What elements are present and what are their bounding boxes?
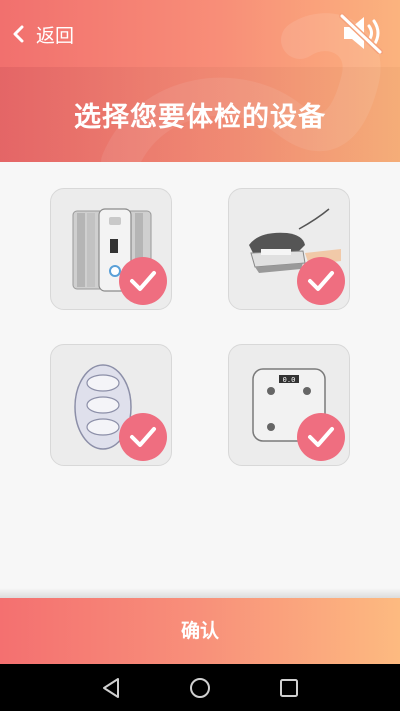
checkmark-icon bbox=[308, 427, 334, 447]
checkmark-icon bbox=[130, 271, 156, 291]
checkmark-icon bbox=[130, 427, 156, 447]
selected-check bbox=[119, 257, 167, 305]
speaker-mute-icon bbox=[339, 13, 383, 55]
selected-check bbox=[119, 413, 167, 461]
chevron-left-icon bbox=[13, 25, 24, 43]
mute-button[interactable] bbox=[338, 12, 384, 55]
home-circle-icon bbox=[190, 678, 210, 698]
nav-recents-button[interactable] bbox=[274, 674, 304, 702]
selected-check bbox=[297, 257, 345, 305]
android-nav-bar bbox=[0, 664, 400, 711]
nav-home-button[interactable] bbox=[185, 674, 215, 702]
confirm-button[interactable]: 确认 bbox=[0, 598, 400, 664]
page-title: 选择您要体检的设备 bbox=[74, 102, 326, 133]
checkmark-icon bbox=[308, 271, 334, 291]
device-card-scale[interactable]: 0.0 bbox=[228, 344, 350, 466]
back-triangle-icon bbox=[103, 678, 119, 698]
nav-back-button[interactable] bbox=[96, 674, 126, 702]
device-card-pulse-oximeter[interactable] bbox=[228, 188, 350, 310]
divider bbox=[0, 588, 400, 598]
device-card-oval-device[interactable] bbox=[50, 344, 172, 466]
recents-square-icon bbox=[280, 679, 298, 697]
device-grid: 0.0 bbox=[0, 162, 400, 592]
header: 返回 选择您要体检的设备 bbox=[0, 0, 400, 162]
back-label: 返回 bbox=[36, 24, 75, 47]
top-bar: 返回 bbox=[0, 0, 400, 67]
selected-check bbox=[297, 413, 345, 461]
scale-display: 0.0 bbox=[283, 376, 296, 384]
back-button[interactable]: 返回 bbox=[12, 20, 74, 48]
device-card-blood-pressure[interactable] bbox=[50, 188, 172, 310]
